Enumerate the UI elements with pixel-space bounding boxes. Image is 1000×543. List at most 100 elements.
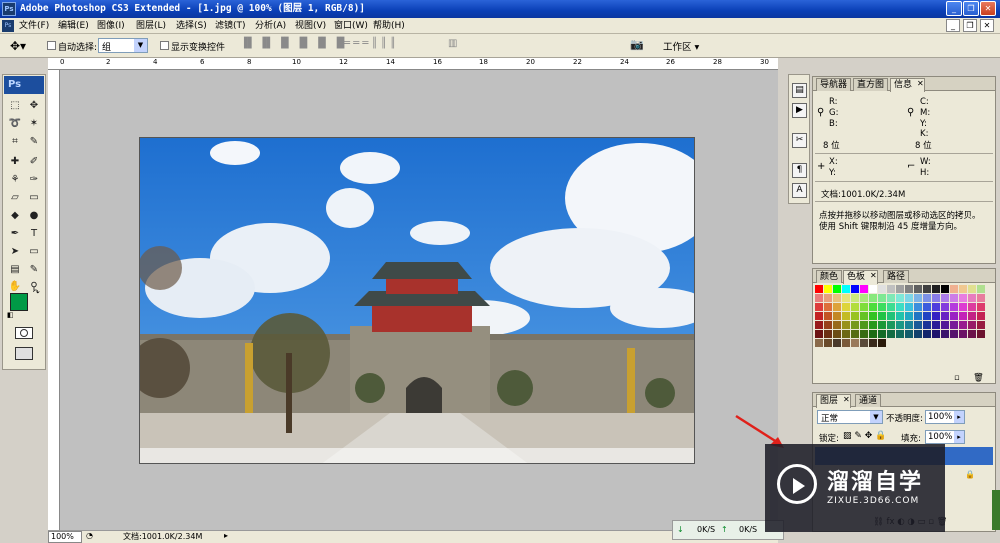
- swatch[interactable]: [878, 330, 886, 338]
- swatch[interactable]: [869, 312, 877, 320]
- swatch[interactable]: [923, 339, 931, 347]
- swatch[interactable]: [833, 330, 841, 338]
- foreground-color-swatch[interactable]: [10, 293, 28, 311]
- swatch[interactable]: [833, 294, 841, 302]
- swatch[interactable]: [842, 285, 850, 293]
- swatch[interactable]: [977, 312, 985, 320]
- swatch[interactable]: [914, 330, 922, 338]
- swatch[interactable]: [833, 312, 841, 320]
- swatch[interactable]: [842, 330, 850, 338]
- swatch[interactable]: [950, 339, 958, 347]
- doc-close-icon[interactable]: ✕: [980, 19, 994, 32]
- blur-tool-icon[interactable]: ◆: [6, 209, 24, 223]
- restore-icon[interactable]: ❐: [963, 1, 979, 16]
- swatch[interactable]: [941, 294, 949, 302]
- tab-close-icon[interactable]: ✕: [917, 79, 924, 88]
- actions-panel-icon[interactable]: ▶: [792, 103, 807, 118]
- delete-swatch-icon[interactable]: 🗑: [973, 373, 984, 383]
- swatch[interactable]: [905, 312, 913, 320]
- swatch[interactable]: [950, 285, 958, 293]
- doc-restore-icon[interactable]: ❐: [963, 19, 977, 32]
- swatch[interactable]: [824, 330, 832, 338]
- swatch[interactable]: [959, 339, 967, 347]
- swatch[interactable]: [941, 321, 949, 329]
- notes-tool-icon[interactable]: ▤: [6, 263, 24, 277]
- swatch[interactable]: [824, 339, 832, 347]
- swatch[interactable]: [905, 303, 913, 311]
- side-scroll-tab[interactable]: [992, 490, 1000, 530]
- tab-paths[interactable]: 路径: [883, 270, 910, 283]
- swatch[interactable]: [905, 294, 913, 302]
- status-arrow-icon[interactable]: ▸: [224, 531, 228, 540]
- history-brush-icon[interactable]: ✑: [25, 173, 43, 187]
- tab-navigator[interactable]: 导航器: [816, 78, 852, 91]
- menu-filter[interactable]: 滤镜(T): [215, 20, 246, 32]
- swatch[interactable]: [959, 285, 967, 293]
- swatch[interactable]: [887, 339, 895, 347]
- swatch[interactable]: [977, 303, 985, 311]
- swatch[interactable]: [869, 285, 877, 293]
- swatch[interactable]: [815, 294, 823, 302]
- swatch[interactable]: [941, 303, 949, 311]
- camera-icon[interactable]: 📷: [630, 38, 650, 54]
- swatch[interactable]: [851, 285, 859, 293]
- swatch[interactable]: [950, 321, 958, 329]
- swatch[interactable]: [914, 312, 922, 320]
- swatch[interactable]: [959, 321, 967, 329]
- swatch[interactable]: [923, 312, 931, 320]
- swatch[interactable]: [824, 294, 832, 302]
- swatch[interactable]: [896, 321, 904, 329]
- swatch[interactable]: [968, 294, 976, 302]
- swatch[interactable]: [887, 321, 895, 329]
- swatch[interactable]: [968, 321, 976, 329]
- tab-histogram[interactable]: 直方图: [853, 78, 889, 91]
- pen-tool-icon[interactable]: ✒: [6, 227, 24, 241]
- swatch[interactable]: [923, 330, 931, 338]
- slider-arrow-icon[interactable]: ▸: [954, 431, 964, 443]
- swatch[interactable]: [833, 321, 841, 329]
- swatch[interactable]: [815, 330, 823, 338]
- swatch[interactable]: [833, 285, 841, 293]
- swap-colors-icon[interactable]: ↷: [33, 288, 40, 297]
- document-image[interactable]: [139, 137, 695, 464]
- close-icon[interactable]: ✕: [980, 1, 996, 16]
- swatch[interactable]: [824, 285, 832, 293]
- swatch[interactable]: [887, 294, 895, 302]
- swatch[interactable]: [887, 303, 895, 311]
- swatch[interactable]: [824, 303, 832, 311]
- swatch[interactable]: [977, 321, 985, 329]
- swatch[interactable]: [950, 294, 958, 302]
- swatch[interactable]: [905, 285, 913, 293]
- menu-analysis[interactable]: 分析(A): [255, 20, 286, 32]
- path-select-icon[interactable]: ➤: [6, 245, 24, 259]
- brush-tool-icon[interactable]: ✐: [25, 155, 43, 169]
- hand-tool-icon[interactable]: ✋: [6, 280, 24, 294]
- swatch[interactable]: [851, 303, 859, 311]
- swatch[interactable]: [887, 330, 895, 338]
- swatch[interactable]: [941, 285, 949, 293]
- swatch[interactable]: [842, 321, 850, 329]
- move-tool-preset-icon[interactable]: ✥▾: [10, 38, 36, 54]
- swatch[interactable]: [959, 312, 967, 320]
- swatch[interactable]: [914, 321, 922, 329]
- swatch[interactable]: [833, 303, 841, 311]
- swatch[interactable]: [923, 321, 931, 329]
- slider-arrow-icon[interactable]: ▸: [954, 411, 964, 423]
- swatch[interactable]: [878, 294, 886, 302]
- dodge-tool-icon[interactable]: ●: [25, 209, 43, 223]
- quick-mask-icon[interactable]: [15, 327, 33, 339]
- swatch[interactable]: [905, 330, 913, 338]
- swatch[interactable]: [815, 285, 823, 293]
- swatch[interactable]: [923, 285, 931, 293]
- swatch[interactable]: [896, 285, 904, 293]
- swatch[interactable]: [959, 330, 967, 338]
- swatch[interactable]: [977, 339, 985, 347]
- swatch[interactable]: [941, 312, 949, 320]
- doc-minimize-icon[interactable]: _: [946, 19, 960, 32]
- swatch[interactable]: [815, 303, 823, 311]
- swatch[interactable]: [842, 303, 850, 311]
- swatch[interactable]: [833, 339, 841, 347]
- swatch[interactable]: [878, 339, 886, 347]
- menu-view[interactable]: 视图(V): [295, 20, 326, 32]
- swatch[interactable]: [869, 303, 877, 311]
